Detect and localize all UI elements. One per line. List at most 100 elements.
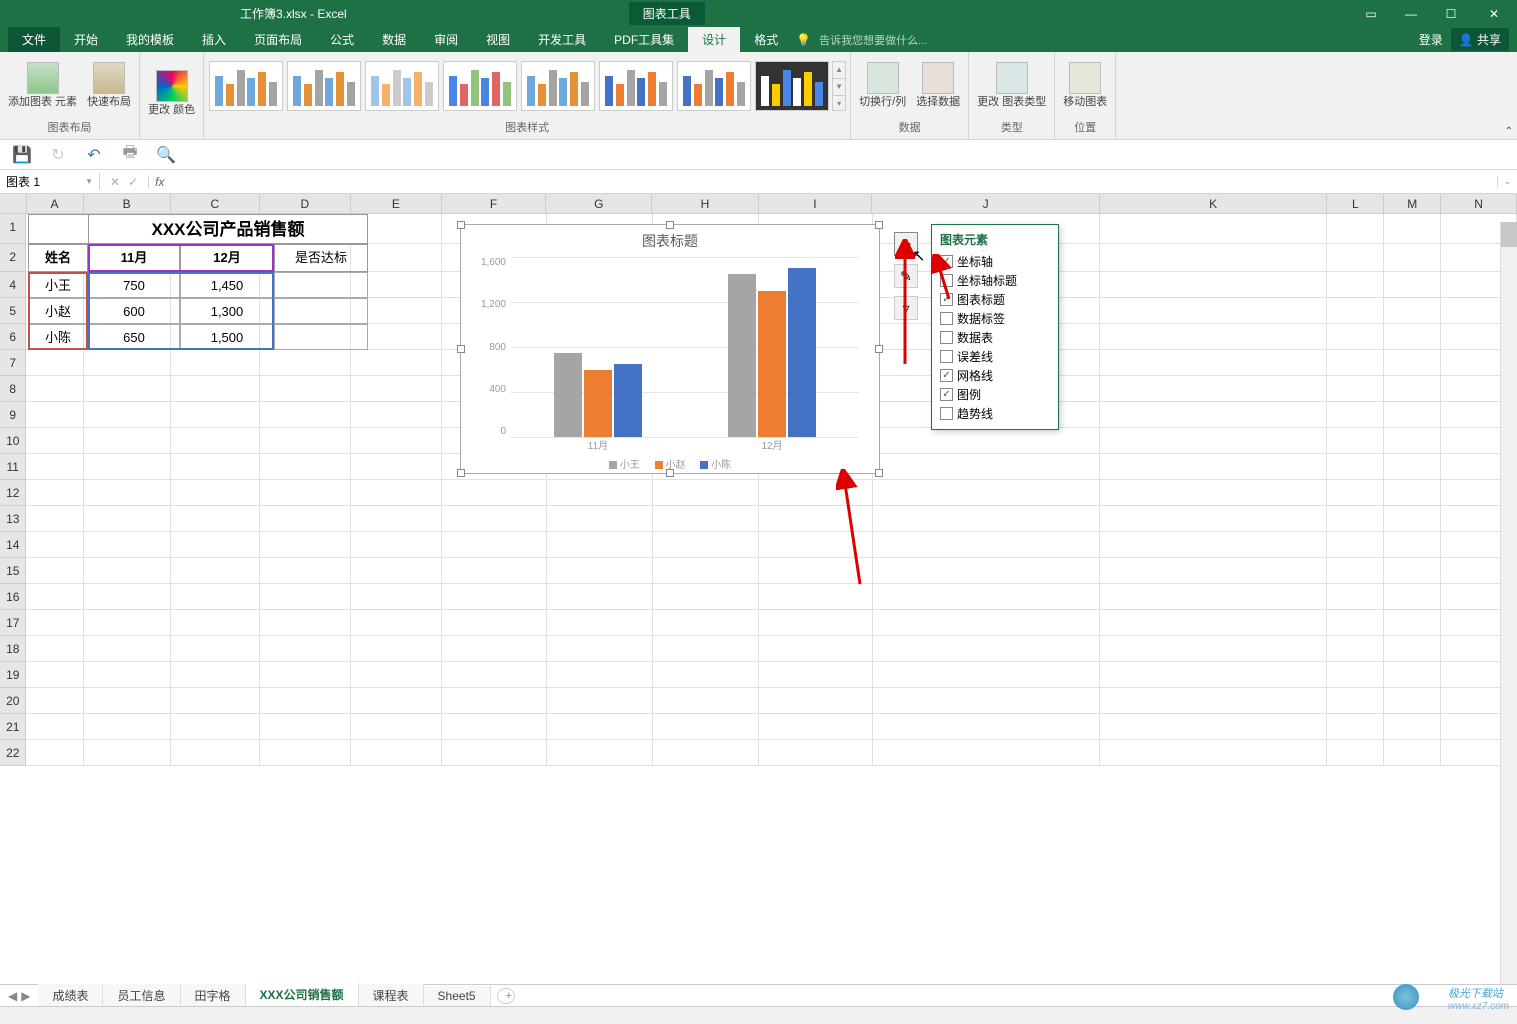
cell[interactable] bbox=[1384, 480, 1441, 506]
chart-style-option[interactable] bbox=[287, 61, 361, 111]
styles-more[interactable]: ▾ bbox=[833, 96, 845, 112]
cell[interactable] bbox=[1327, 214, 1384, 244]
cell[interactable] bbox=[1100, 636, 1327, 662]
cell[interactable] bbox=[84, 714, 171, 740]
tab-home[interactable]: 开始 bbox=[60, 27, 112, 52]
cell[interactable] bbox=[351, 428, 442, 454]
cell[interactable] bbox=[1327, 454, 1384, 480]
cell[interactable] bbox=[1384, 506, 1441, 532]
cell[interactable] bbox=[442, 558, 546, 584]
cell[interactable] bbox=[1384, 740, 1441, 766]
cell[interactable] bbox=[653, 688, 759, 714]
cell[interactable] bbox=[260, 402, 351, 428]
cell[interactable] bbox=[351, 662, 442, 688]
elem-error-bars[interactable]: 误差线 bbox=[932, 347, 1058, 366]
chart-style-option[interactable] bbox=[209, 61, 283, 111]
accept-formula-icon[interactable]: ✓ bbox=[128, 175, 138, 189]
cell[interactable] bbox=[759, 584, 873, 610]
row-header[interactable]: 22 bbox=[0, 740, 26, 766]
cell[interactable] bbox=[1384, 214, 1441, 244]
cell[interactable] bbox=[1327, 558, 1384, 584]
print-preview-icon[interactable]: 🔍 bbox=[156, 145, 176, 165]
cell[interactable] bbox=[1384, 454, 1441, 480]
elem-axis[interactable]: 坐标轴 bbox=[932, 252, 1058, 271]
tab-design[interactable]: 设计 bbox=[688, 27, 740, 52]
cell[interactable] bbox=[171, 610, 260, 636]
cell[interactable] bbox=[442, 714, 546, 740]
chart-bar[interactable] bbox=[758, 291, 786, 437]
cell[interactable] bbox=[260, 610, 351, 636]
row-header[interactable]: 18 bbox=[0, 636, 26, 662]
elem-chart-title[interactable]: 图表标题 bbox=[932, 290, 1058, 309]
tab-developer[interactable]: 开发工具 bbox=[524, 27, 600, 52]
row-header[interactable]: 5 bbox=[0, 298, 26, 324]
cell[interactable] bbox=[759, 714, 873, 740]
cell[interactable] bbox=[260, 688, 351, 714]
row-header[interactable]: 8 bbox=[0, 376, 26, 402]
cell[interactable] bbox=[873, 428, 1100, 454]
cell[interactable] bbox=[26, 714, 83, 740]
row-header[interactable]: 15 bbox=[0, 558, 26, 584]
cell[interactable] bbox=[26, 376, 83, 402]
chart-bar[interactable] bbox=[584, 370, 612, 438]
cell[interactable] bbox=[547, 688, 653, 714]
cell[interactable] bbox=[171, 428, 260, 454]
select-all-corner[interactable] bbox=[0, 194, 27, 213]
expand-formula-icon[interactable]: ⌄ bbox=[1497, 176, 1517, 187]
cell[interactable] bbox=[1327, 532, 1384, 558]
chart-object[interactable]: 图表标题 1,6001,2008004000 11月 12月 小王 小赵 小陈 bbox=[460, 224, 880, 474]
cancel-formula-icon[interactable]: ✕ bbox=[110, 175, 120, 189]
tell-me-input[interactable]: 告诉我您想要做什么... bbox=[819, 32, 927, 48]
row-header[interactable]: 12 bbox=[0, 480, 26, 506]
cell[interactable] bbox=[84, 688, 171, 714]
row-header[interactable]: 14 bbox=[0, 532, 26, 558]
tab-file[interactable]: 文件 bbox=[8, 27, 60, 52]
chart-style-option[interactable] bbox=[443, 61, 517, 111]
chart-style-option[interactable] bbox=[599, 61, 673, 111]
cell[interactable] bbox=[26, 636, 83, 662]
cell[interactable] bbox=[759, 558, 873, 584]
cell[interactable] bbox=[759, 480, 873, 506]
cell[interactable] bbox=[1100, 324, 1327, 350]
cell[interactable] bbox=[171, 662, 260, 688]
row-header[interactable]: 16 bbox=[0, 584, 26, 610]
col-header[interactable]: L bbox=[1327, 194, 1384, 213]
chart-title[interactable]: 图表标题 bbox=[461, 225, 879, 257]
cell[interactable] bbox=[351, 584, 442, 610]
tab-format[interactable]: 格式 bbox=[740, 27, 792, 52]
cell[interactable] bbox=[84, 662, 171, 688]
chevron-down-icon[interactable]: ▼ bbox=[85, 177, 93, 186]
cell[interactable] bbox=[26, 350, 83, 376]
cell[interactable] bbox=[26, 558, 83, 584]
cell[interactable] bbox=[351, 454, 442, 480]
cell[interactable] bbox=[547, 636, 653, 662]
cell[interactable] bbox=[26, 506, 83, 532]
cell[interactable] bbox=[1100, 662, 1327, 688]
cell[interactable] bbox=[1327, 740, 1384, 766]
col-header[interactable]: F bbox=[442, 194, 546, 213]
window-options-icon[interactable]: ▭ bbox=[1351, 0, 1391, 27]
sheet-tab[interactable]: 成绩表 bbox=[38, 984, 103, 1007]
cell[interactable] bbox=[84, 610, 171, 636]
cell[interactable] bbox=[547, 584, 653, 610]
cell[interactable] bbox=[171, 636, 260, 662]
cell[interactable] bbox=[1327, 610, 1384, 636]
cell[interactable] bbox=[653, 532, 759, 558]
cell[interactable] bbox=[351, 610, 442, 636]
cell[interactable] bbox=[442, 610, 546, 636]
cell[interactable] bbox=[1384, 298, 1441, 324]
cell[interactable] bbox=[171, 454, 260, 480]
cell[interactable] bbox=[1327, 662, 1384, 688]
cell[interactable] bbox=[873, 454, 1100, 480]
cell[interactable] bbox=[873, 558, 1100, 584]
cell[interactable] bbox=[260, 584, 351, 610]
chart-style-option[interactable] bbox=[755, 61, 829, 111]
cell[interactable] bbox=[1100, 506, 1327, 532]
cell[interactable] bbox=[1100, 610, 1327, 636]
cell[interactable] bbox=[171, 376, 260, 402]
tab-review[interactable]: 审阅 bbox=[420, 27, 472, 52]
cell[interactable] bbox=[1100, 558, 1327, 584]
cell[interactable] bbox=[84, 376, 171, 402]
cell[interactable] bbox=[442, 740, 546, 766]
maximize-icon[interactable]: ☐ bbox=[1431, 0, 1471, 27]
